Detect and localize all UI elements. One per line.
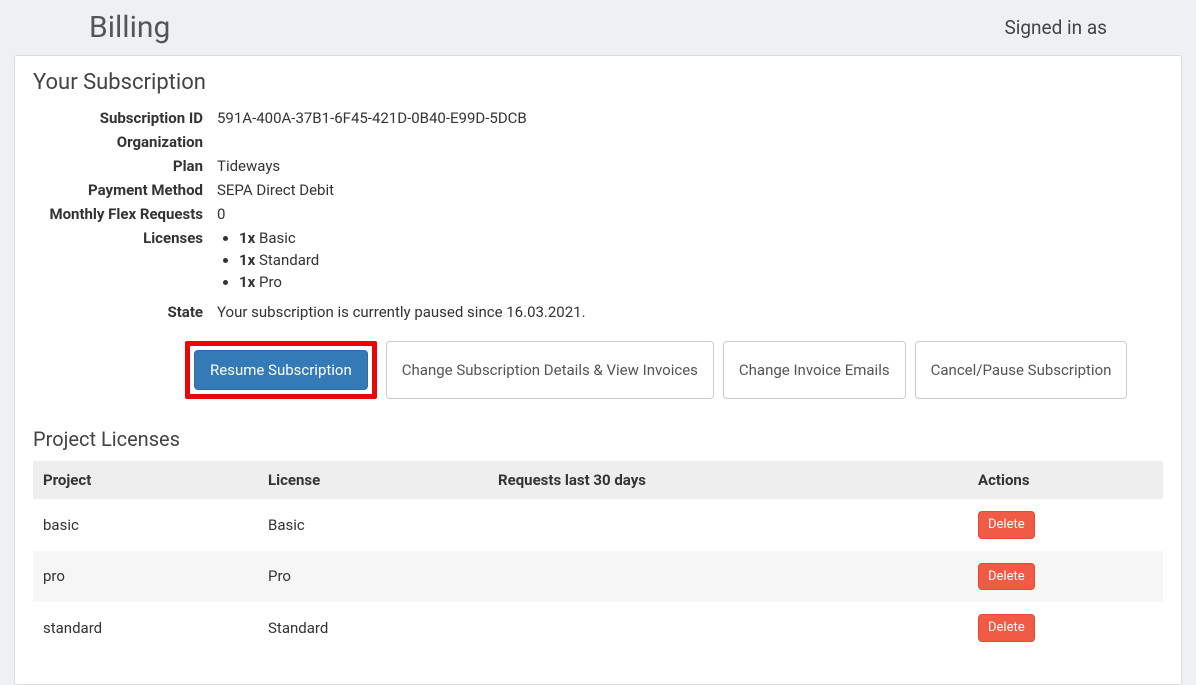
page-title: Billing <box>89 10 170 45</box>
value-organization <box>217 131 1163 153</box>
value-payment-method: SEPA Direct Debit <box>217 179 1163 201</box>
table-row: standard Standard Delete <box>33 602 1163 654</box>
subscription-panel: Your Subscription Subscription ID 591A-4… <box>14 55 1182 685</box>
license-item: 1x Standard <box>239 249 1163 271</box>
col-header-requests: Requests last 30 days <box>488 461 968 499</box>
label-plan: Plan <box>33 155 203 177</box>
project-licenses-table: Project License Requests last 30 days Ac… <box>33 461 1163 654</box>
value-monthly-flex-requests: 0 <box>217 203 1163 225</box>
subscription-heading: Your Subscription <box>33 70 1163 95</box>
label-licenses: Licenses <box>33 227 203 293</box>
cell-requests <box>488 602 968 654</box>
cell-license: Pro <box>258 551 488 603</box>
value-state: Your subscription is currently paused si… <box>217 295 1163 323</box>
delete-button[interactable]: Delete <box>978 614 1035 642</box>
cell-project: pro <box>33 551 258 603</box>
col-header-actions: Actions <box>968 461 1163 499</box>
signed-in-as: Signed in as <box>1004 16 1107 39</box>
highlight-resume: Resume Subscription <box>185 341 377 399</box>
cancel-pause-subscription-button[interactable]: Cancel/Pause Subscription <box>915 341 1128 399</box>
value-licenses: 1x Basic 1x Standard 1x Pro <box>217 227 1163 293</box>
cell-project: standard <box>33 602 258 654</box>
license-item: 1x Pro <box>239 271 1163 293</box>
label-subscription-id: Subscription ID <box>33 107 203 129</box>
col-header-license: License <box>258 461 488 499</box>
cell-license: Basic <box>258 499 488 551</box>
delete-button[interactable]: Delete <box>978 511 1035 539</box>
change-invoice-emails-button[interactable]: Change Invoice Emails <box>723 341 906 399</box>
change-subscription-details-button[interactable]: Change Subscription Details & View Invoi… <box>386 341 714 399</box>
resume-subscription-button[interactable]: Resume Subscription <box>194 350 368 390</box>
cell-requests <box>488 551 968 603</box>
cell-requests <box>488 499 968 551</box>
label-monthly-flex-requests: Monthly Flex Requests <box>33 203 203 225</box>
col-header-project: Project <box>33 461 258 499</box>
label-state: State <box>33 295 203 323</box>
table-row: basic Basic Delete <box>33 499 1163 551</box>
project-licenses-heading: Project Licenses <box>33 427 1163 451</box>
cell-license: Standard <box>258 602 488 654</box>
delete-button[interactable]: Delete <box>978 563 1035 591</box>
value-plan: Tideways <box>217 155 1163 177</box>
cell-project: basic <box>33 499 258 551</box>
label-organization: Organization <box>33 131 203 153</box>
value-subscription-id: 591A-400A-37B1-6F45-421D-0B40-E99D-5DCB <box>217 107 1163 129</box>
license-item: 1x Basic <box>239 227 1163 249</box>
table-row: pro Pro Delete <box>33 551 1163 603</box>
label-payment-method: Payment Method <box>33 179 203 201</box>
